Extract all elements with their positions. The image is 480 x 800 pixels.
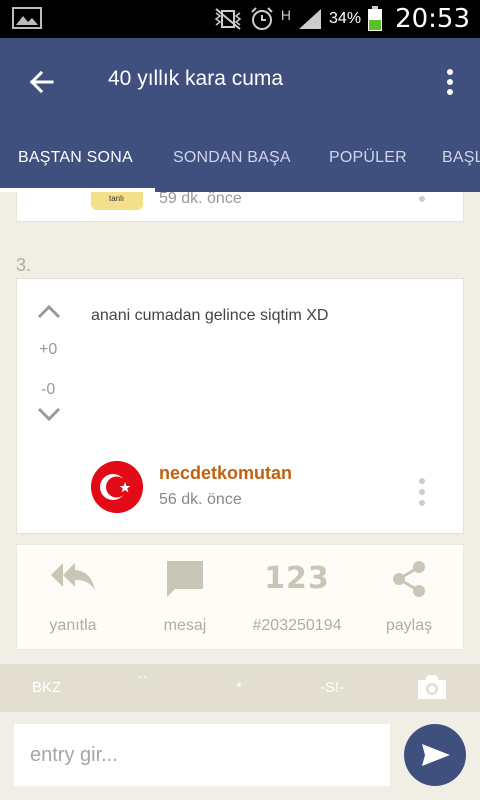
signal-icon: [299, 9, 322, 29]
back-arrow-icon[interactable]: [22, 62, 62, 102]
share-label: paylaş: [385, 617, 433, 634]
entry-number: 3.: [16, 255, 32, 275]
send-icon: [422, 744, 450, 766]
previous-entry-card: tanlı 59 dk. önce: [16, 192, 464, 222]
markup-toolbar: BKZ `` * -S!-: [0, 664, 480, 712]
author-avatar[interactable]: [91, 461, 143, 513]
camera-icon[interactable]: [416, 672, 448, 702]
star-button[interactable]: *: [236, 679, 242, 696]
clock: 20:53: [395, 4, 470, 34]
entry-id-button[interactable]: 123 #203250194: [241, 545, 353, 651]
entry-input-bar: [0, 712, 480, 800]
entry-actions: yanıtla mesaj 123 #203250194 paylaş: [16, 544, 464, 650]
reply-label: yanıtla: [49, 617, 97, 634]
tab-bastan-sona[interactable]: BAŞTAN SONA: [18, 149, 133, 167]
entry-input[interactable]: [14, 724, 390, 786]
message-label: mesaj: [163, 617, 207, 634]
entry-time[interactable]: 56 dk. önce: [159, 491, 242, 509]
entry-text: anani cumadan gelince siqtim XD: [91, 307, 329, 324]
app-bar: 40 yıllık kara cuma BAŞTAN SONA SONDAN B…: [0, 38, 480, 192]
battery-percent: 34%: [329, 10, 362, 27]
send-button[interactable]: [404, 724, 466, 786]
upvote-chevron-icon[interactable]: [35, 301, 63, 321]
mute-vibrate-icon: [214, 8, 242, 30]
status-bar: H 34% 20:53: [0, 0, 480, 38]
entry-options-icon[interactable]: [417, 477, 427, 507]
network-type: H: [280, 7, 292, 23]
more-options-icon[interactable]: [419, 196, 425, 202]
tab-bar: BAŞTAN SONA SONDAN BAŞA POPÜLER BAŞL: [0, 134, 480, 192]
reply-button[interactable]: yanıtla: [17, 545, 129, 651]
tab-basliklar[interactable]: BAŞL: [442, 149, 480, 167]
avatar[interactable]: tanlı: [91, 192, 143, 210]
upvote-count: +0: [39, 341, 58, 358]
entry-time[interactable]: 59 dk. önce: [159, 192, 242, 208]
downvote-count: -0: [41, 381, 56, 398]
alarm-icon: [251, 7, 273, 30]
spoiler-button[interactable]: -S!-: [320, 679, 344, 696]
image-notification-icon: [12, 7, 42, 29]
avatar-text: tanlı: [109, 194, 125, 203]
message-icon: [167, 561, 203, 597]
topic-title: 40 yıllık kara cuma: [108, 67, 284, 90]
overflow-menu-icon[interactable]: [438, 62, 462, 102]
share-button[interactable]: paylaş: [353, 545, 465, 651]
message-button[interactable]: mesaj: [129, 545, 241, 651]
backtick-button[interactable]: ``: [138, 674, 148, 691]
downvote-chevron-icon[interactable]: [35, 405, 63, 425]
entry-id-label: #203250194: [252, 617, 342, 634]
tab-sondan-basa[interactable]: SONDAN BAŞA: [173, 149, 291, 167]
share-icon: [393, 561, 425, 597]
turkish-flag-icon: [91, 461, 143, 513]
number-123-icon: 123: [264, 561, 330, 596]
entry-list[interactable]: tanlı 59 dk. önce 3. +0 -0 anani cumadan…: [0, 192, 480, 664]
bkz-button[interactable]: BKZ: [32, 679, 61, 696]
battery-icon: [368, 6, 383, 31]
reply-all-icon: [51, 563, 95, 591]
entry-card: +0 -0 anani cumadan gelince siqtim XD ne…: [16, 278, 464, 534]
tab-populer[interactable]: POPÜLER: [329, 149, 407, 167]
author-name[interactable]: necdetkomutan: [159, 463, 292, 484]
